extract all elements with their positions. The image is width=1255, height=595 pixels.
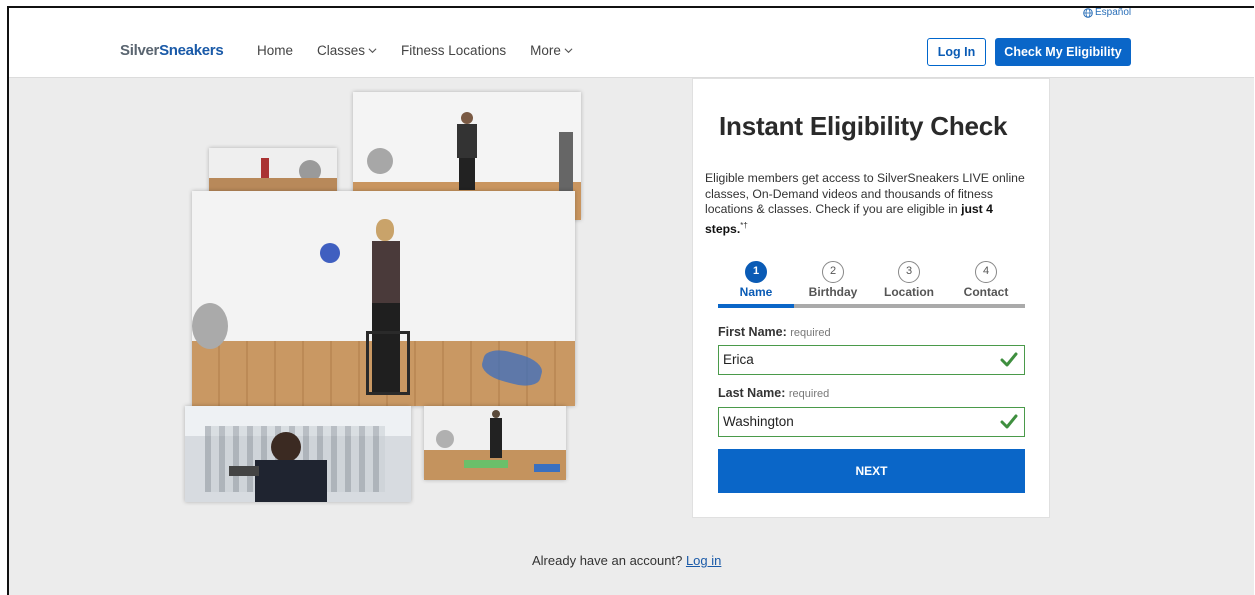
first-name-label: First Name: required — [718, 325, 831, 339]
language-switch[interactable]: Español — [1083, 7, 1132, 18]
next-button[interactable]: NEXT — [718, 449, 1025, 493]
eligibility-card: Instant Eligibility Check Eligible membe… — [692, 78, 1050, 518]
logo-part-silver: Silver — [120, 42, 160, 59]
step-label: Birthday — [808, 285, 858, 299]
first-name-value: Erica — [723, 352, 754, 367]
step-number: 4 — [975, 261, 997, 283]
last-name-input[interactable]: Washington — [718, 407, 1025, 437]
step-label: Name — [739, 285, 773, 299]
photo-small-topleft — [209, 148, 337, 192]
step-location: 3 Location — [871, 261, 947, 299]
photo-bottom-right — [424, 406, 566, 480]
nav-classes[interactable]: Classes — [317, 43, 377, 58]
account-prompt: Already have an account? Log in — [532, 553, 721, 568]
step-number: 2 — [822, 261, 844, 283]
card-title: Instant Eligibility Check — [719, 111, 1008, 141]
chevron-down-icon — [564, 48, 573, 54]
nav-more-label: More — [530, 43, 561, 58]
last-name-value: Washington — [723, 414, 794, 429]
description-footnote: *† — [740, 220, 748, 230]
last-name-label: Last Name: required — [718, 386, 829, 400]
step-birthday: 2 Birthday — [795, 261, 871, 299]
nav-home-label: Home — [257, 43, 294, 58]
site-header: Español SilverSneakers Home Classes Fitn… — [9, 8, 1254, 78]
checkmark-icon — [1000, 352, 1018, 367]
last-name-label-text: Last Name: — [718, 386, 786, 400]
photo-bottom-left — [185, 406, 411, 502]
browser-viewport: Español SilverSneakers Home Classes Fitn… — [7, 6, 1254, 595]
step-indicator: 1 Name 2 Birthday 3 Location 4 Contact — [718, 261, 1025, 309]
chevron-down-icon — [368, 48, 377, 54]
first-name-required: required — [790, 327, 831, 339]
photo-main — [192, 191, 575, 406]
step-name: 1 Name — [718, 261, 794, 299]
step-number: 3 — [898, 261, 920, 283]
login-link[interactable]: Log in — [686, 553, 721, 568]
nav-fitness-locations[interactable]: Fitness Locations — [401, 43, 506, 58]
language-label: Español — [1095, 7, 1132, 18]
silversneakers-logo[interactable]: SilverSneakers — [120, 42, 224, 59]
nav-fitness-locations-label: Fitness Locations — [401, 43, 507, 58]
step-progress-fill — [718, 304, 794, 308]
nav-more[interactable]: More — [530, 43, 573, 58]
check-eligibility-button[interactable]: Check My Eligibility — [995, 38, 1131, 66]
step-contact: 4 Contact — [948, 261, 1024, 299]
first-name-input[interactable]: Erica — [718, 345, 1025, 375]
step-number: 1 — [745, 261, 767, 283]
step-label: Location — [884, 285, 934, 299]
nav-classes-label: Classes — [317, 43, 366, 58]
logo-part-sneakers: Sneakers — [159, 42, 224, 59]
step-progress-bar — [718, 304, 1025, 308]
first-name-label-text: First Name: — [718, 325, 787, 339]
step-label: Contact — [963, 285, 1009, 299]
main-nav: Home Classes Fitness Locations More — [257, 43, 573, 58]
account-text: Already have an account? — [532, 553, 683, 568]
globe-icon — [1083, 8, 1093, 18]
checkmark-icon — [1000, 414, 1018, 429]
card-description: Eligible members get access to SilverSne… — [705, 171, 1035, 237]
last-name-required: required — [788, 388, 830, 400]
login-button[interactable]: Log In — [927, 38, 986, 66]
nav-home[interactable]: Home — [257, 43, 293, 58]
